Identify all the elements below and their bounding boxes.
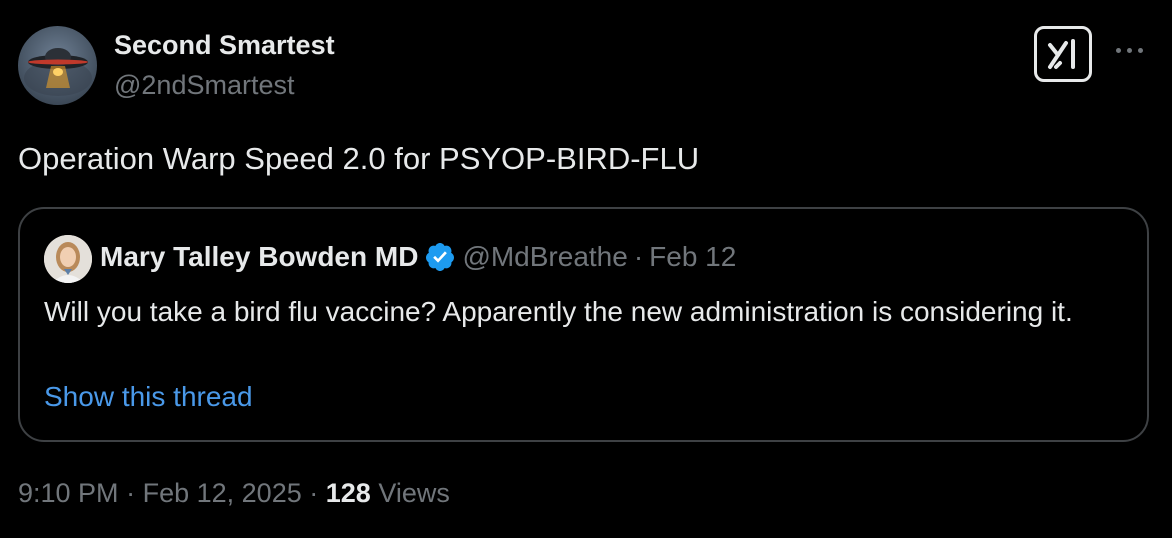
portrait-avatar-image [44, 235, 92, 283]
grok-icon [1048, 39, 1075, 69]
quoted-author-handle[interactable]: @MdBreathe [462, 241, 627, 273]
tweet-text: Operation Warp Speed 2.0 for PSYOP-BIRD-… [18, 141, 700, 176]
quoted-tweet-header: Mary Talley Bowden MD @MdBreathe · Feb 1… [100, 241, 736, 273]
author-name[interactable]: Second Smartest [114, 30, 335, 61]
quoted-author-name[interactable]: Mary Talley Bowden MD [100, 241, 418, 273]
tweet-meta: 9:10 PM · Feb 12, 2025 · 128 Views [18, 478, 450, 509]
views-label: Views [378, 478, 450, 508]
separator-dot: · [309, 478, 319, 508]
tweet-time[interactable]: 9:10 PM [18, 478, 119, 508]
quoted-author-avatar[interactable] [44, 235, 92, 283]
quoted-tweet-date[interactable]: Feb 12 [649, 241, 736, 273]
verified-badge-icon [426, 243, 455, 271]
more-options-button[interactable] [1112, 38, 1148, 64]
quoted-tweet-text: Will you take a bird flu vaccine? Appare… [44, 296, 1073, 327]
ufo-avatar-image [24, 48, 92, 96]
separator-dot: · [126, 478, 136, 508]
quoted-tweet-card[interactable]: Mary Talley Bowden MD @MdBreathe · Feb 1… [18, 207, 1149, 442]
separator-dot: · [633, 241, 644, 272]
author-avatar[interactable] [18, 26, 97, 105]
more-horizontal-icon-dot [1127, 48, 1132, 53]
more-horizontal-icon-dot [1138, 48, 1143, 53]
more-horizontal-icon [1116, 48, 1121, 53]
grok-button[interactable] [1034, 26, 1092, 82]
views-count: 128 [325, 478, 371, 508]
author-handle[interactable]: @2ndSmartest [114, 70, 294, 101]
tweet-date[interactable]: Feb 12, 2025 [143, 478, 302, 508]
show-thread-link[interactable]: Show this thread [44, 381, 253, 413]
